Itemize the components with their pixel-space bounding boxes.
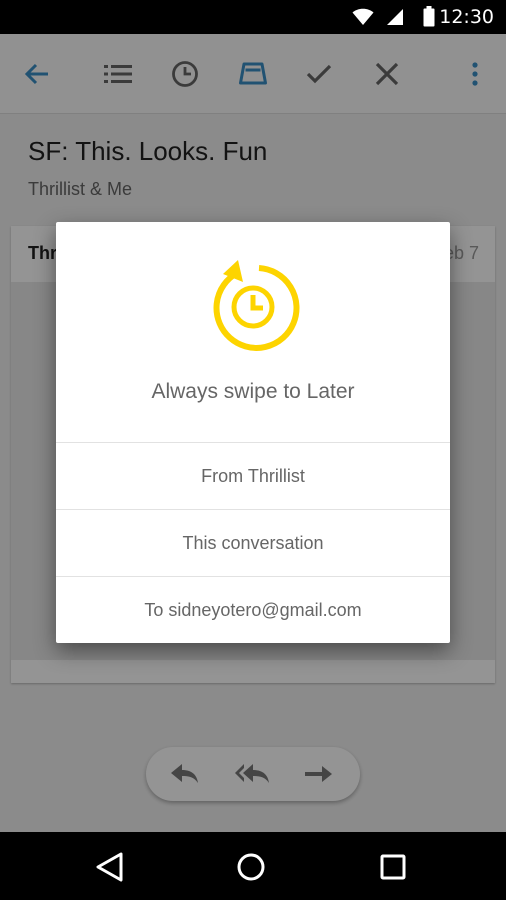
navigation-bar <box>0 832 506 900</box>
battery-icon <box>423 6 435 27</box>
swipe-later-dialog: Always swipe to Later From Thrillist Thi… <box>56 222 450 643</box>
cell-signal-icon <box>387 9 403 25</box>
dialog-hero: Always swipe to Later <box>56 222 450 442</box>
dialog-title: Always swipe to Later <box>151 380 355 403</box>
option-label: From Thrillist <box>201 465 305 486</box>
nav-recents-button[interactable] <box>372 846 414 888</box>
recents-square-icon <box>380 854 406 880</box>
option-label: To sidneyotero@gmail.com <box>144 599 362 620</box>
option-to-recipient[interactable]: To sidneyotero@gmail.com <box>56 576 450 643</box>
status-time: 12:30 <box>439 6 494 28</box>
nav-back-button[interactable] <box>89 846 131 888</box>
status-bar: 12:30 <box>0 0 506 34</box>
home-circle-icon <box>237 853 265 881</box>
nav-home-button[interactable] <box>230 846 272 888</box>
option-label: This conversation <box>182 532 324 553</box>
swipe-later-clock-icon <box>213 260 300 351</box>
wifi-icon <box>352 8 374 25</box>
option-from-sender[interactable]: From Thrillist <box>56 442 450 509</box>
option-this-conversation[interactable]: This conversation <box>56 509 450 576</box>
back-triangle-icon <box>96 852 123 882</box>
